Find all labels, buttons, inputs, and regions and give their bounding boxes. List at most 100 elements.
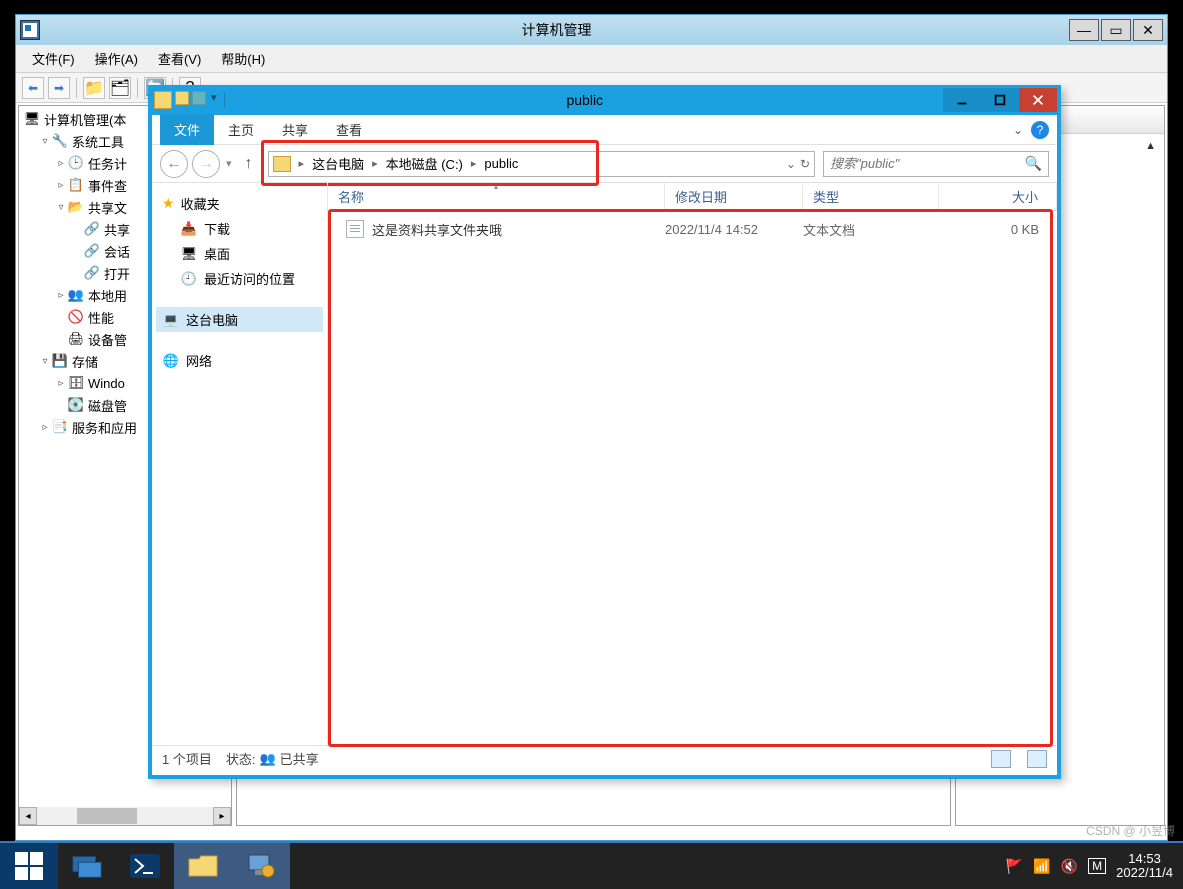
clock-icon: 🕒 xyxy=(67,155,85,171)
tab-home[interactable]: 主页 xyxy=(214,114,268,145)
list-item[interactable]: 这是资料共享文件夹哦 2022/11/4 14:52 文本文档 0 KB xyxy=(328,211,1057,239)
taskbar-clock[interactable]: 14:53 2022/11/4 xyxy=(1116,852,1173,881)
close-button[interactable]: ✕ xyxy=(1133,19,1163,41)
tree-toggle-icon[interactable]: ▹ xyxy=(39,422,51,433)
refresh-button[interactable]: ↻ xyxy=(800,157,810,171)
status-item-count: 1 个项目 xyxy=(162,749,212,768)
search-icon[interactable]: 🔍 xyxy=(1025,155,1042,172)
mmc-titlebar[interactable]: 计算机管理 — ▭ ✕ xyxy=(16,15,1167,45)
favorites-header[interactable]: ★收藏夹 xyxy=(156,191,323,216)
menu-help[interactable]: 帮助(H) xyxy=(211,45,275,72)
tree-item-label: 会话 xyxy=(104,242,130,261)
highlight-annotation xyxy=(328,209,1053,747)
wrench-icon: 🔧 xyxy=(51,133,69,149)
menu-file[interactable]: 文件(F) xyxy=(22,45,85,72)
folder-icon xyxy=(175,91,189,105)
nav-back-button[interactable]: ⬅ xyxy=(22,77,44,99)
list-item-name: 这是资料共享文件夹哦 xyxy=(328,220,665,239)
minimize-button[interactable]: — xyxy=(1069,19,1099,41)
ribbon-expand-button[interactable]: ⌄ xyxy=(1005,123,1031,137)
up-folder-button[interactable]: 📁 xyxy=(83,77,105,99)
breadcrumb-separator-icon[interactable]: ▸ xyxy=(469,157,479,170)
help-icon[interactable]: ? xyxy=(1031,121,1049,139)
tree-item-label: 共享 xyxy=(104,220,130,239)
sidebar-item-downloads[interactable]: 📥下载 xyxy=(156,216,323,241)
text-file-icon xyxy=(346,220,364,238)
sidebar-item-recent[interactable]: 🕘最近访问的位置 xyxy=(156,266,323,291)
explorer-titlebar[interactable]: ▾ public xyxy=(148,85,1061,115)
menu-view[interactable]: 查看(V) xyxy=(148,45,211,72)
details-view-button[interactable] xyxy=(991,750,1011,768)
search-input[interactable] xyxy=(830,156,1025,171)
breadcrumb-folder[interactable]: public xyxy=(478,156,524,171)
taskbar-item-powershell[interactable] xyxy=(116,843,174,889)
sidebar-item-network[interactable]: 🌐网络 xyxy=(156,348,323,373)
icons-view-button[interactable] xyxy=(1027,750,1047,768)
address-bar[interactable]: ▸ 这台电脑 ▸ 本地磁盘 (C:) ▸ public ⌄ ↻ xyxy=(268,151,815,177)
network-tray-icon[interactable]: 📶 xyxy=(1033,858,1050,875)
share-icon: 📂 xyxy=(67,199,85,215)
start-button[interactable] xyxy=(0,843,58,889)
tree-item-label: 系统工具 xyxy=(72,132,124,151)
network-group: 🌐网络 xyxy=(156,348,323,373)
scroll-left-button[interactable]: ◂ xyxy=(19,807,37,825)
taskbar-item-server-manager[interactable] xyxy=(58,843,116,889)
breadcrumb-separator-icon[interactable]: ▸ xyxy=(370,157,380,170)
nav-up-button[interactable]: ↑ xyxy=(238,153,260,175)
tab-file[interactable]: 文件 xyxy=(160,114,214,145)
sidebar-item-thispc[interactable]: 💻这台电脑 xyxy=(156,307,323,332)
scroll-thumb[interactable] xyxy=(77,808,137,824)
tree-item-label: 本地用 xyxy=(88,286,127,305)
clock-date: 2022/11/4 xyxy=(1116,866,1173,880)
taskbar-item-explorer[interactable] xyxy=(174,843,232,889)
close-button[interactable] xyxy=(1019,88,1057,112)
column-date[interactable]: 修改日期 xyxy=(665,183,803,210)
menu-action[interactable]: 操作(A) xyxy=(85,45,148,72)
collapse-up-icon[interactable]: ▲ xyxy=(1145,140,1156,152)
clock-time: 14:53 xyxy=(1116,852,1173,866)
folder-icon xyxy=(187,850,219,882)
nav-forward-button[interactable]: → xyxy=(192,150,220,178)
minimize-button[interactable] xyxy=(943,88,981,112)
folder-icon xyxy=(154,91,172,109)
tree-horizontal-scrollbar[interactable]: ◂ ▸ xyxy=(19,807,231,825)
column-type[interactable]: 类型 xyxy=(803,183,939,210)
tree-toggle-icon[interactable]: ▿ xyxy=(39,356,51,367)
breadcrumb-drive[interactable]: 本地磁盘 (C:) xyxy=(380,154,469,173)
device-icon: 🖨 xyxy=(67,331,85,347)
maximize-button[interactable] xyxy=(981,88,1019,112)
column-size[interactable]: 大小 xyxy=(939,183,1057,210)
tab-view[interactable]: 查看 xyxy=(322,114,376,145)
dropdown-caret-icon[interactable]: ▾ xyxy=(209,91,219,109)
explorer-titlebar-icons: ▾ xyxy=(154,91,227,109)
breadcrumb-pc[interactable]: 这台电脑 xyxy=(306,154,370,173)
scroll-right-button[interactable]: ▸ xyxy=(213,807,231,825)
tree-toggle-icon[interactable]: ▹ xyxy=(55,290,67,301)
nav-arrows: ← → ▾ ↑ xyxy=(160,150,260,178)
flag-icon[interactable]: 🚩 xyxy=(1006,858,1023,875)
network-icon: 🌐 xyxy=(162,353,180,369)
tree-toggle-icon[interactable]: ▿ xyxy=(39,136,51,147)
tree-toggle-icon[interactable]: ▹ xyxy=(55,378,67,389)
nav-history-dropdown[interactable]: ▾ xyxy=(224,157,234,170)
tree-toggle-icon[interactable]: ▹ xyxy=(55,180,67,191)
storage-icon: 💾 xyxy=(51,353,69,369)
taskbar-item-mmc[interactable] xyxy=(232,843,290,889)
tab-share[interactable]: 共享 xyxy=(268,114,322,145)
address-dropdown-icon[interactable]: ⌄ xyxy=(786,157,796,171)
share-sub-icon: 🔗 xyxy=(83,265,101,281)
column-name[interactable]: 名称▴ xyxy=(328,183,665,210)
maximize-button[interactable]: ▭ xyxy=(1101,19,1131,41)
properties-button[interactable]: 🗂 xyxy=(109,77,131,99)
watermark: CSDN @ 小昱博 xyxy=(1086,822,1175,839)
sidebar-item-desktop[interactable]: 🖥桌面 xyxy=(156,241,323,266)
ime-indicator[interactable]: M xyxy=(1088,858,1106,874)
file-list-view[interactable]: 名称▴ 修改日期 类型 大小 这是资料共享文件夹哦 2022/11/4 14:5… xyxy=(328,183,1057,745)
tree-toggle-icon[interactable]: ▹ xyxy=(55,158,67,169)
nav-back-button[interactable]: ← xyxy=(160,150,188,178)
breadcrumb-separator-icon[interactable]: ▸ xyxy=(297,157,307,170)
sound-muted-icon[interactable]: 🔇 xyxy=(1061,858,1078,875)
tree-toggle-icon[interactable]: ▿ xyxy=(55,202,67,213)
search-box[interactable]: 🔍 xyxy=(823,151,1049,177)
nav-forward-button[interactable]: ➡ xyxy=(48,77,70,99)
